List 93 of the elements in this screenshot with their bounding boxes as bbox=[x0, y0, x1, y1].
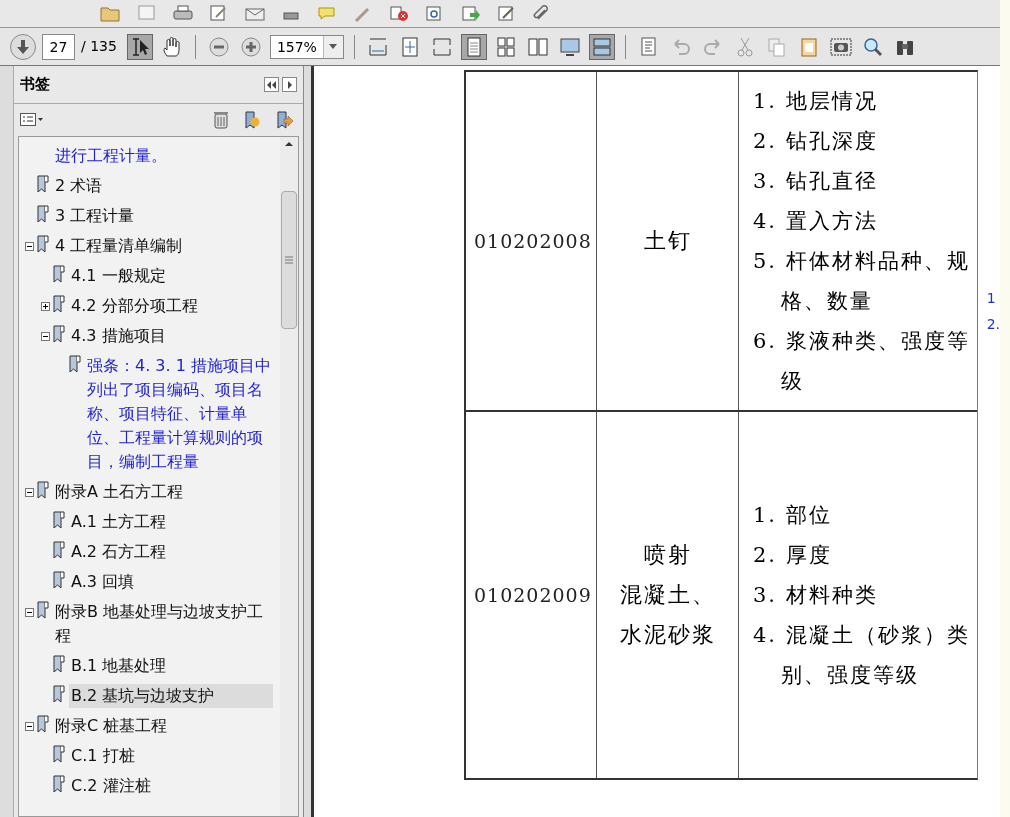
bookmark-item[interactable]: 4.3 措施项目 bbox=[69, 324, 273, 348]
bookmark-icon bbox=[53, 295, 65, 313]
two-pages-icon bbox=[526, 35, 549, 58]
bookmark-icon bbox=[37, 715, 49, 733]
bookmark-item[interactable]: 2 术语 bbox=[53, 174, 273, 198]
page-number-field[interactable]: 27 bbox=[42, 33, 75, 60]
bookmark-item[interactable]: 附录C 桩基工程 bbox=[53, 714, 273, 738]
collapse-toggle[interactable] bbox=[41, 331, 50, 341]
page-button[interactable] bbox=[460, 33, 487, 60]
feature-line: 4. 置入方法 bbox=[753, 208, 879, 235]
copy-icon bbox=[765, 35, 788, 58]
bookmark-icon bbox=[53, 775, 65, 793]
collapse-toggle[interactable] bbox=[25, 721, 34, 731]
bookmark-item[interactable]: 4 工程量清单编制 bbox=[53, 234, 273, 258]
bookmark-item[interactable]: 4.1 一般规定 bbox=[69, 264, 273, 288]
collapse-panel-button[interactable] bbox=[264, 77, 279, 92]
item-code: 010202008 bbox=[474, 228, 592, 254]
zoom-out-icon bbox=[207, 35, 230, 58]
stacked-pages-icon bbox=[590, 35, 613, 58]
monitor-icon bbox=[558, 35, 581, 58]
caret-icon bbox=[329, 44, 338, 49]
bookmark-icon bbox=[37, 601, 49, 619]
text-select-button[interactable] bbox=[126, 33, 153, 60]
scroll-thumb[interactable] bbox=[281, 191, 297, 329]
bookmark-arrow-icon[interactable] bbox=[275, 111, 293, 129]
collapse-toggle[interactable] bbox=[25, 241, 34, 251]
feature-line: 5. 杆体材料品种、规格、数量 bbox=[753, 248, 971, 315]
bookmark-icon bbox=[53, 541, 65, 559]
zoom-dropdown[interactable]: 157% bbox=[269, 34, 344, 59]
collapse-toggle[interactable] bbox=[25, 487, 34, 497]
camera-icon bbox=[829, 35, 852, 58]
item-code: 010202009 bbox=[474, 582, 592, 608]
panel-title: 书签 bbox=[20, 74, 50, 96]
margin-note: 2. bbox=[986, 315, 1000, 334]
feature-line: 6. 浆液种类、强度等级 bbox=[753, 328, 971, 395]
new-bookmark-icon[interactable] bbox=[243, 111, 261, 129]
trash-icon[interactable] bbox=[213, 111, 229, 129]
bookmark-item[interactable]: C.1 打桩 bbox=[69, 744, 273, 768]
margin-note: 1 bbox=[986, 289, 997, 308]
bookmark-item[interactable]: C.2 灌注桩 bbox=[69, 774, 273, 798]
bookmark-item[interactable]: B.2 基坑与边坡支护 bbox=[69, 684, 273, 708]
bookmark-icon bbox=[37, 235, 49, 253]
collapse-toggle[interactable] bbox=[25, 607, 34, 617]
bookmark-icon bbox=[53, 325, 65, 343]
bookmark-item[interactable]: B.1 地基处理 bbox=[69, 654, 273, 678]
bookmark-item[interactable]: A.2 石方工程 bbox=[69, 540, 273, 564]
list-options-icon bbox=[20, 113, 44, 127]
bookmark-item[interactable]: 强条：4. 3. 1 措施项目中列出了项目编码、项目名称、项目特征、计量单位、工程量计算规则的项目，编制工程量 bbox=[85, 354, 273, 474]
bookmark-icon bbox=[37, 175, 49, 193]
right-arrow-icon bbox=[286, 80, 293, 89]
expand-toggle[interactable] bbox=[41, 301, 50, 311]
item-name: 水泥砂浆 bbox=[619, 621, 716, 649]
bookmark-icon bbox=[53, 571, 65, 589]
bookmark-icon bbox=[37, 205, 49, 223]
bookmark-item[interactable]: 附录B 地基处理与边坡支护工程 bbox=[53, 600, 273, 648]
item-name: 喷射 bbox=[643, 541, 692, 569]
feature-line: 2. 钻孔深度 bbox=[753, 128, 879, 155]
feature-line: 1. 地层情况 bbox=[753, 88, 879, 115]
stacked-pages-button[interactable] bbox=[588, 33, 615, 60]
bookmark-item[interactable]: 4.2 分部分项工程 bbox=[69, 294, 273, 318]
fit-width-icon bbox=[366, 35, 389, 58]
four-pages-icon bbox=[494, 35, 517, 58]
search-icon bbox=[861, 35, 884, 58]
item-name: 混凝土、 bbox=[619, 581, 716, 609]
bookmark-item[interactable]: A.1 土方工程 bbox=[69, 510, 273, 534]
expand-panel-button[interactable] bbox=[282, 77, 297, 92]
feature-line: 4. 混凝土（砂浆）类别、强度等级 bbox=[753, 622, 971, 689]
feature-line: 1. 部位 bbox=[753, 502, 833, 529]
bookmark-icon bbox=[37, 481, 49, 499]
next-page-button[interactable] bbox=[10, 33, 36, 60]
page-count: / 135 bbox=[81, 37, 117, 56]
bookmark-item[interactable]: 附录A 土石方工程 bbox=[53, 480, 273, 504]
bookmark-item[interactable]: A.3 回填 bbox=[69, 570, 273, 594]
bookmark-icon bbox=[53, 685, 65, 703]
feature-line: 2. 厚度 bbox=[753, 542, 833, 569]
scrollbar[interactable] bbox=[280, 137, 298, 816]
item-name: 土钉 bbox=[643, 227, 692, 255]
options-menu-button[interactable] bbox=[20, 113, 44, 127]
feature-line: 3. 钻孔直径 bbox=[753, 168, 879, 195]
bookmark-icon bbox=[69, 355, 81, 373]
fit-height-icon bbox=[430, 35, 453, 58]
down-arrow-icon bbox=[17, 39, 29, 54]
panel-splitter[interactable] bbox=[304, 66, 314, 817]
bookmark-item[interactable]: 进行工程计量。 bbox=[53, 144, 273, 168]
double-left-arrow-icon bbox=[267, 80, 276, 89]
bookmark-icon bbox=[53, 745, 65, 763]
zoom-in-icon bbox=[239, 35, 262, 58]
bookmark-icon bbox=[53, 265, 65, 283]
bookmark-icon bbox=[53, 511, 65, 529]
bookmark-icon bbox=[53, 655, 65, 673]
feature-line: 3. 材料种类 bbox=[753, 582, 879, 609]
hand-icon bbox=[160, 35, 183, 58]
bookmark-item[interactable]: 3 工程计量 bbox=[53, 204, 273, 228]
